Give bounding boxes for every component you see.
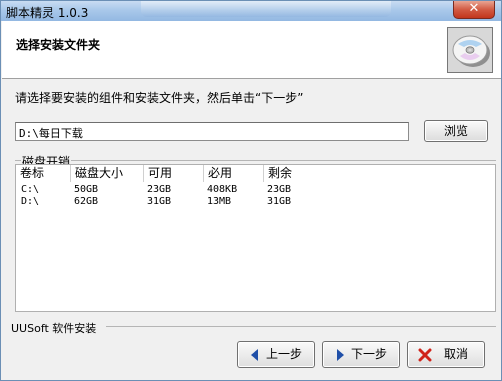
arrow-right-icon (337, 349, 344, 361)
cd-install-icon (447, 27, 493, 73)
disk-list-header: 卷标 磁盘大小 可用 必用 剩余 (16, 165, 495, 182)
instruction-text: 请选择要安装的组件和安装文件夹，然后单击“下一步” (15, 91, 304, 105)
cell-volume: D:\ (21, 196, 40, 207)
disk-group-divider (15, 160, 496, 161)
wizard-header: 选择安装文件夹 (2, 21, 501, 79)
install-path-input[interactable]: D:\每日下载 (15, 122, 409, 141)
cell-volume: C:\ (21, 184, 40, 195)
disk-space-list[interactable]: 卷标 磁盘大小 可用 必用 剩余 C:\ 50GB 23GB 408KB 23G… (15, 164, 496, 312)
column-header-required[interactable]: 必用 (204, 165, 264, 182)
close-icon: ✕ (468, 1, 480, 16)
title-bar[interactable]: 脚本精灵 1.0.3 ✕ (1, 1, 501, 21)
next-button[interactable]: 下一步 (322, 341, 400, 368)
cell-required: 13MB (207, 196, 232, 207)
cell-remaining: 23GB (267, 184, 292, 195)
cell-remaining: 31GB (267, 196, 292, 207)
x-icon (418, 348, 432, 362)
column-header-available[interactable]: 可用 (144, 165, 204, 182)
page-title: 选择安装文件夹 (16, 38, 101, 52)
column-header-disk-size[interactable]: 磁盘大小 (71, 165, 144, 182)
close-button[interactable]: ✕ (453, 1, 495, 19)
title-bar-glow (141, 1, 391, 17)
window-title: 脚本精灵 1.0.3 (6, 6, 89, 20)
cell-required: 408KB (207, 184, 238, 195)
cell-available: 31GB (147, 196, 172, 207)
cell-available: 23GB (147, 184, 172, 195)
cancel-button[interactable]: 取消 (407, 341, 485, 368)
arrow-left-icon (251, 349, 258, 361)
column-header-volume[interactable]: 卷标 (16, 165, 71, 182)
cell-disk-size: 62GB (74, 196, 99, 207)
back-button-label: 上一步 (266, 347, 303, 361)
column-header-remaining[interactable]: 剩余 (264, 165, 495, 182)
footer-brand-label: UUSoft 软件安装 (11, 322, 97, 335)
installer-window: 脚本精灵 1.0.3 ✕ 选择安装文件夹 请选择要安装的组件和安装文件夹，然后单… (0, 0, 502, 381)
footer-divider (106, 326, 496, 327)
cancel-button-label: 取消 (444, 347, 469, 361)
browse-button[interactable]: 浏览 (424, 120, 488, 142)
next-button-label: 下一步 (351, 347, 388, 361)
cell-disk-size: 50GB (74, 184, 99, 195)
back-button[interactable]: 上一步 (237, 341, 315, 368)
